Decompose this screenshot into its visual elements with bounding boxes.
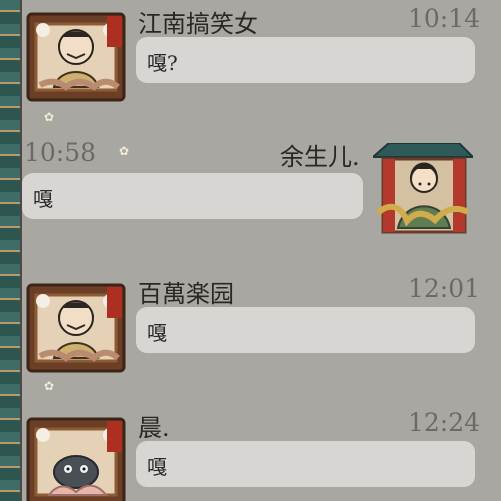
sender-name: 百萬楽园 (138, 280, 234, 308)
message-timestamp: 10:14 (408, 4, 481, 33)
flower-ornament-icon: ✿ (119, 144, 130, 158)
message-bubble[interactable]: 嘎 (22, 173, 363, 219)
sender-name: 余生儿. (280, 143, 360, 171)
sender-avatar-icon[interactable] (24, 9, 128, 107)
message-timestamp: 12:01 (408, 274, 481, 303)
chat-message-1: 江南搞笑女 10:14 嘎? ✿ (0, 0, 501, 124)
message-timestamp: 12:24 (408, 408, 481, 437)
message-text: 嘎 (147, 455, 167, 479)
flower-ornament-icon: ✿ (44, 110, 55, 124)
message-bubble[interactable]: 嘎 (136, 441, 475, 487)
chat-message-3: 百萬楽园 12:01 嘎 ✿ (0, 270, 501, 393)
message-text: 嘎? (147, 51, 178, 75)
chat-message-4: 晨. 12:24 嘎 (0, 404, 501, 501)
message-bubble[interactable]: 嘎? (136, 37, 475, 83)
message-bubble[interactable]: 嘎 (136, 307, 475, 353)
sender-avatar-icon[interactable] (373, 143, 473, 243)
sender-name: 江南搞笑女 (138, 10, 258, 38)
flower-ornament-icon: ✿ (44, 379, 55, 393)
sender-avatar-icon[interactable] (24, 414, 128, 501)
chat-message-2: 10:58 ✿ 余生儿. 嘎 (0, 132, 501, 252)
sender-name: 晨. (138, 414, 170, 442)
message-text: 嘎 (147, 321, 167, 345)
message-text: 嘎 (33, 187, 53, 211)
sender-avatar-icon[interactable] (24, 280, 128, 378)
message-timestamp: 10:58 (24, 138, 97, 167)
